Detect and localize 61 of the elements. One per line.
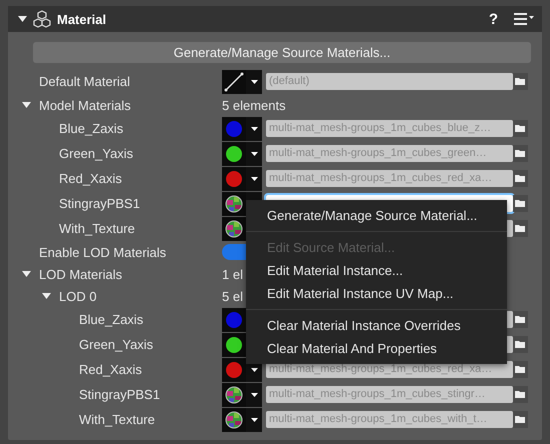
material-picker[interactable] bbox=[222, 408, 262, 432]
folder-icon[interactable] bbox=[513, 145, 528, 162]
folder-icon[interactable] bbox=[513, 195, 528, 212]
menu-item[interactable]: Edit Material Instance... bbox=[246, 259, 507, 282]
folder-icon[interactable] bbox=[513, 361, 528, 378]
folder-icon[interactable] bbox=[513, 336, 528, 353]
folder-icon[interactable] bbox=[513, 220, 528, 237]
material-path-field[interactable]: (default) bbox=[266, 73, 513, 90]
expanded-arrow-icon[interactable] bbox=[42, 293, 51, 299]
dropdown-arrow-icon[interactable] bbox=[250, 152, 258, 156]
dropdown-arrow-icon[interactable] bbox=[250, 176, 258, 180]
property-label: StingrayPBS1 bbox=[79, 387, 160, 402]
property-label: With_Texture bbox=[59, 221, 135, 236]
element-count: 5 el bbox=[222, 288, 243, 304]
material-path-field[interactable]: multi-mat_mesh-groups_1m_cubes_blue_z… bbox=[266, 120, 513, 137]
menu-item[interactable]: Clear Material And Properties bbox=[246, 337, 507, 360]
property-label: Red_Xaxis bbox=[79, 362, 142, 377]
dropdown-arrow-icon[interactable] bbox=[250, 80, 258, 84]
line-icon bbox=[222, 70, 246, 94]
property-label: Enable LOD Materials bbox=[39, 244, 166, 260]
material-path-field[interactable]: multi-mat_mesh-groups_1m_cubes_stingr… bbox=[266, 386, 513, 403]
property-label: Blue_Zaxis bbox=[59, 121, 124, 136]
property-label: LOD Materials bbox=[39, 266, 122, 282]
material-path-field[interactable]: multi-mat_mesh-groups_1m_cubes_with_t… bbox=[266, 411, 513, 428]
menu-item[interactable]: Generate/Manage Source Material... bbox=[246, 204, 507, 227]
menu-icon[interactable] bbox=[514, 13, 534, 25]
menu-item[interactable]: Edit Material Instance UV Map... bbox=[246, 282, 507, 305]
property-label: Red_Xaxis bbox=[59, 171, 122, 186]
property-label: LOD 0 bbox=[59, 288, 97, 304]
property-label: Default Material bbox=[39, 74, 130, 89]
material-picker[interactable] bbox=[222, 382, 262, 406]
element-count: 5 elements bbox=[222, 98, 286, 112]
expanded-arrow-icon[interactable] bbox=[22, 102, 31, 108]
folder-icon[interactable] bbox=[513, 386, 528, 403]
dropdown-arrow-icon[interactable] bbox=[250, 126, 258, 130]
property-label: StingrayPBS1 bbox=[59, 196, 140, 211]
property-label: Green_Yaxis bbox=[59, 146, 134, 161]
dropdown-arrow-icon[interactable] bbox=[250, 368, 258, 372]
element-count: 1 el bbox=[222, 266, 243, 282]
expanded-arrow-icon[interactable] bbox=[22, 271, 31, 277]
property-label: Model Materials bbox=[39, 98, 131, 112]
dropdown-arrow-icon[interactable] bbox=[250, 392, 258, 396]
property-label: Blue_Zaxis bbox=[79, 312, 144, 327]
material-path-field[interactable]: multi-mat_mesh-groups_1m_cubes_green… bbox=[266, 145, 513, 162]
expanded-arrow-icon[interactable] bbox=[18, 16, 27, 22]
property-label: With_Texture bbox=[79, 412, 155, 427]
generate-materials-button[interactable]: Generate/Manage Source Materials... bbox=[33, 42, 531, 63]
folder-icon[interactable] bbox=[513, 73, 528, 90]
material-path-field[interactable]: multi-mat_mesh-groups_1m_cubes_red_xa… bbox=[266, 170, 513, 187]
property-label: Green_Yaxis bbox=[79, 337, 154, 352]
menu-item[interactable]: Clear Material Instance Overrides bbox=[246, 314, 507, 337]
cubes-icon bbox=[33, 10, 51, 28]
folder-icon[interactable] bbox=[513, 120, 528, 137]
folder-icon[interactable] bbox=[513, 411, 528, 428]
material-picker[interactable] bbox=[222, 70, 262, 94]
dropdown-arrow-icon[interactable] bbox=[250, 418, 258, 422]
folder-icon[interactable] bbox=[513, 170, 528, 187]
folder-icon[interactable] bbox=[513, 311, 528, 328]
section-title: Material bbox=[57, 12, 108, 26]
material-picker[interactable] bbox=[222, 142, 262, 166]
help-button[interactable]: ? bbox=[488, 10, 498, 28]
